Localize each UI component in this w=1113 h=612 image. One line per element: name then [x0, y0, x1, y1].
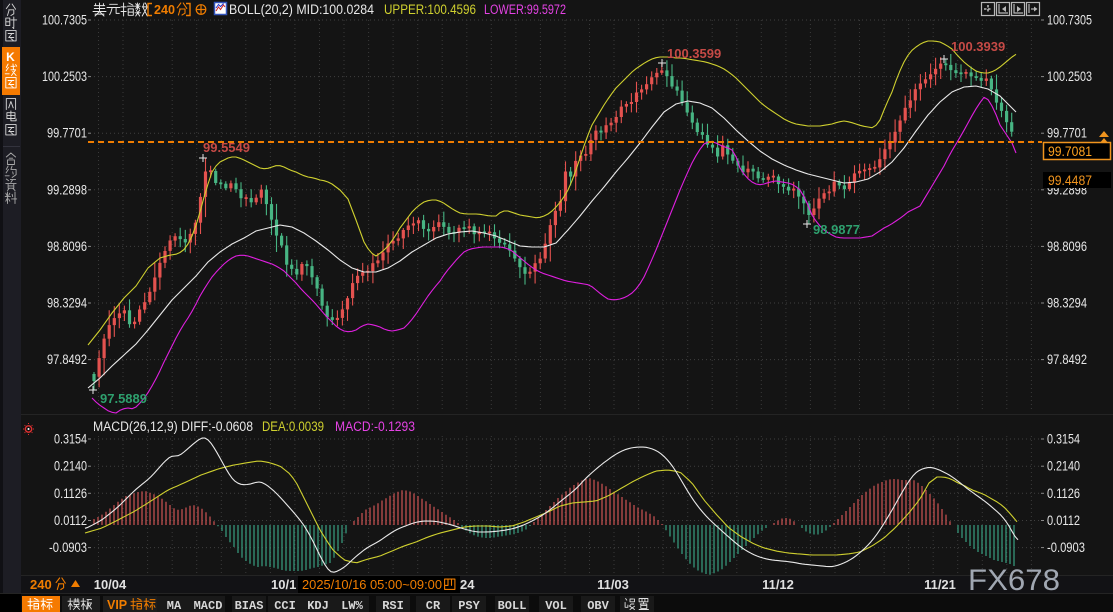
- svg-text:24: 24: [460, 577, 475, 592]
- svg-text:98.8096: 98.8096: [1047, 239, 1087, 254]
- svg-text:RSI: RSI: [382, 599, 404, 612]
- svg-text:100.7305: 100.7305: [42, 13, 87, 28]
- svg-text:0.0112: 0.0112: [1047, 513, 1080, 528]
- svg-text:BOLL(20,2) MID:100.0284: BOLL(20,2) MID:100.0284: [229, 2, 374, 17]
- svg-text:98.3294: 98.3294: [1047, 296, 1087, 311]
- svg-text:11/12: 11/12: [762, 577, 794, 592]
- svg-text:100.2503: 100.2503: [42, 69, 87, 84]
- svg-text:LOWER:99.5972: LOWER:99.5972: [484, 2, 566, 17]
- svg-text:0.0112: 0.0112: [54, 513, 87, 528]
- svg-text:240: 240: [30, 577, 52, 592]
- svg-text:VOL: VOL: [545, 599, 567, 612]
- svg-text:MACD(26,12,9) DIFF:-0.0608: MACD(26,12,9) DIFF:-0.0608: [93, 419, 253, 434]
- svg-text:CCI: CCI: [274, 599, 296, 612]
- svg-text:MACD:-0.1293: MACD:-0.1293: [335, 419, 415, 434]
- svg-text:-0.0903: -0.0903: [1047, 540, 1085, 555]
- svg-text:99.2898: 99.2898: [47, 182, 87, 197]
- svg-text:97.8492: 97.8492: [47, 352, 87, 367]
- svg-text:99.7081: 99.7081: [1048, 144, 1092, 159]
- svg-text:-0.0903: -0.0903: [49, 540, 87, 555]
- svg-text:97.5889: 97.5889: [100, 391, 147, 406]
- svg-text:FX678: FX678: [968, 564, 1060, 597]
- svg-text:98.3294: 98.3294: [47, 296, 87, 311]
- svg-text:99.4487: 99.4487: [1048, 173, 1092, 188]
- svg-text:100.2503: 100.2503: [1047, 69, 1092, 84]
- svg-text:10/1: 10/1: [271, 577, 296, 592]
- svg-text:UPPER:100.4596: UPPER:100.4596: [384, 2, 476, 17]
- svg-text:240: 240: [154, 2, 175, 17]
- svg-text:99.7701: 99.7701: [47, 126, 87, 141]
- svg-text:KDJ: KDJ: [307, 599, 329, 612]
- svg-text:100.3939: 100.3939: [951, 39, 1005, 54]
- svg-text:K: K: [6, 50, 15, 64]
- svg-text:100.3599: 100.3599: [667, 46, 721, 61]
- svg-text:2025/10/16 05:00~09:00: 2025/10/16 05:00~09:00: [302, 577, 442, 592]
- svg-text:100.7305: 100.7305: [1047, 13, 1092, 28]
- svg-text:MACD: MACD: [194, 599, 223, 612]
- svg-text:OBV: OBV: [587, 599, 609, 612]
- svg-text:LW%: LW%: [341, 599, 363, 612]
- svg-text:0.3154: 0.3154: [54, 432, 87, 447]
- svg-text:0.2140: 0.2140: [54, 459, 87, 474]
- svg-text:99.5549: 99.5549: [203, 140, 250, 155]
- svg-text:11/03: 11/03: [597, 577, 629, 592]
- svg-text:DEA:0.0039: DEA:0.0039: [262, 419, 324, 434]
- svg-text:0.3154: 0.3154: [1047, 432, 1080, 447]
- svg-text:BOLL: BOLL: [498, 599, 527, 612]
- svg-text:0.1126: 0.1126: [54, 486, 87, 501]
- svg-text:PSY: PSY: [458, 599, 480, 612]
- svg-text:98.9877: 98.9877: [813, 222, 860, 237]
- svg-text:99.7701: 99.7701: [1047, 126, 1087, 141]
- svg-text:98.8096: 98.8096: [47, 239, 87, 254]
- svg-text:10/04: 10/04: [94, 577, 127, 592]
- svg-text:CR: CR: [426, 599, 441, 612]
- svg-text:BIAS: BIAS: [235, 599, 264, 612]
- svg-text:11/21: 11/21: [924, 577, 956, 592]
- svg-text:MA: MA: [167, 599, 182, 612]
- svg-text:97.8492: 97.8492: [1047, 352, 1087, 367]
- svg-text:0.1126: 0.1126: [1047, 486, 1080, 501]
- svg-text:VIP: VIP: [107, 598, 127, 612]
- svg-text:0.2140: 0.2140: [1047, 459, 1080, 474]
